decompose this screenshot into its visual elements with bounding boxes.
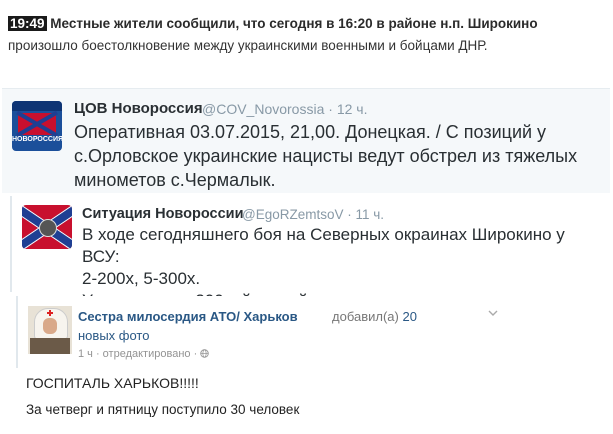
avatar-word: НОВОРОССИЯ <box>12 136 62 143</box>
post-text: За четверг и пятницу поступило 30 челове… <box>26 402 300 417</box>
avatar[interactable] <box>28 306 72 354</box>
post-meta-text: 1 ч · отредактировано · <box>78 348 198 360</box>
added-label: добавил(а) <box>332 309 399 324</box>
tweet-author-handle[interactable]: @EgoRZemtsoV · 11 ч. <box>242 207 384 222</box>
flag-icon <box>18 113 56 135</box>
tweet-author-handle[interactable]: @COV_Novorossia · 12 ч. <box>202 101 367 117</box>
social-post-card: Сестра милосердия АТО/ Харьков добавил(а… <box>16 296 612 368</box>
red-cross-icon <box>47 310 53 316</box>
emblem-icon <box>39 219 57 237</box>
handle-text: @COV_Novorossia <box>202 101 325 117</box>
tweet-text-line: 2-200х, 5-300х. <box>82 269 201 288</box>
tweet-author-name[interactable]: Ситуация Новороссии <box>82 206 244 222</box>
tweet-author-name[interactable]: ЦОВ Новороссия <box>74 100 203 117</box>
news-headline: Местные жители сообщили, что сегодня в 1… <box>50 16 538 31</box>
news-time: 19:49 <box>8 16 47 31</box>
body-shape <box>30 338 70 354</box>
chevron-down-icon[interactable] <box>488 308 498 318</box>
tweet-text-line: В ходе сегодняшнего боя на Северных окра… <box>82 225 565 266</box>
tweet-text: Оперативная 03.07.2015, 21,00. Донецкая.… <box>74 120 594 192</box>
avatar[interactable]: НОВОРОССИЯ <box>12 101 62 151</box>
news-body: произошло боестолкновение между украинск… <box>8 38 488 53</box>
tweet-text-line: Оперативная 03.07.2015, 21,00. Донецкая.… <box>74 122 547 142</box>
tweet-text-line: с.Орловское украинские нацисты ведут обс… <box>74 146 578 166</box>
face-shape <box>43 318 57 334</box>
tweet-text-line: минометов с.Чермалык. <box>74 170 276 190</box>
tweet-time[interactable]: · 11 ч. <box>347 207 384 222</box>
photo-count[interactable]: 20 <box>402 309 416 324</box>
post-heading: ГОСПИТАЛЬ ХАРЬКОВ!!!!! <box>26 375 199 391</box>
globe-icon <box>200 349 210 358</box>
new-photos-link[interactable]: новых фото <box>78 328 149 343</box>
tweet-card-situation: Ситуация Новороссии @EgoRZemtsoV · 11 ч.… <box>10 196 612 310</box>
tweet-card-cov: НОВОРОССИЯ ЦОВ Новороссия @COV_Novorossi… <box>2 88 610 193</box>
tweet-time[interactable]: · 12 ч. <box>328 101 367 117</box>
avatar[interactable] <box>22 205 72 249</box>
news-item: 19:49 Местные жители сообщили, что сегод… <box>8 13 608 57</box>
post-meta: 1 ч · отредактировано · <box>78 348 210 360</box>
handle-text: @EgoRZemtsoV <box>242 207 344 222</box>
avatar-header <box>12 101 62 111</box>
post-action-text: добавил(а) 20 <box>332 309 417 324</box>
post-author-name[interactable]: Сестра милосердия АТО/ Харьков <box>78 309 298 324</box>
